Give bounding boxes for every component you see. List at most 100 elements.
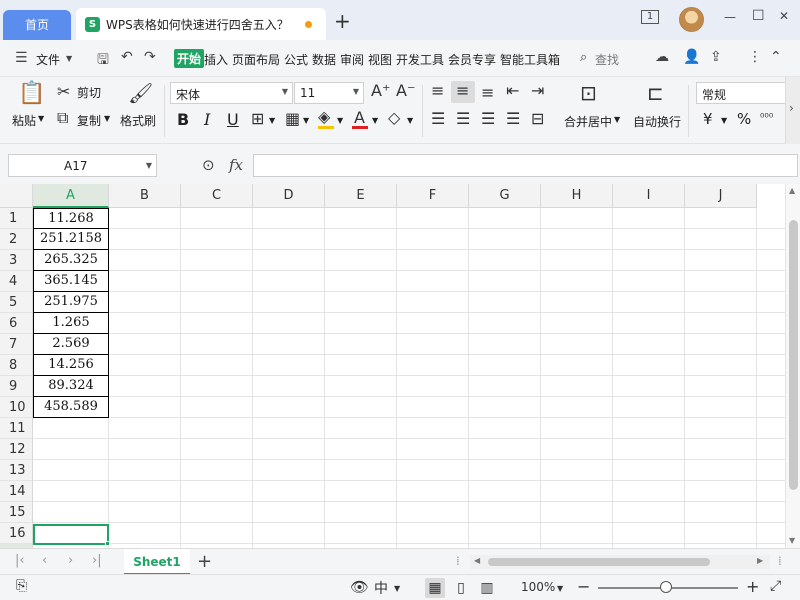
cell-style-icon[interactable]: ▦	[285, 111, 300, 127]
cell-a6[interactable]: 1.265	[33, 312, 109, 334]
column-header-c[interactable]: C	[181, 184, 253, 208]
row-header-13[interactable]: 13	[0, 460, 33, 481]
column-header-b[interactable]: B	[109, 184, 181, 208]
ribbon-scroll-right[interactable]: ›	[785, 77, 800, 144]
cell-a7[interactable]: 2.569	[33, 333, 109, 355]
chevron-down-icon[interactable]: ▼	[38, 114, 44, 123]
cloud-sync-icon[interactable]: ☁	[655, 49, 669, 65]
row-header-8[interactable]: 8	[0, 355, 33, 376]
fill-color-icon[interactable]: ◈	[318, 109, 330, 125]
macro-record-icon[interactable]: ⎘	[16, 578, 27, 594]
next-sheet-icon[interactable]: ›	[68, 553, 73, 568]
row-header-1[interactable]: 1	[0, 208, 33, 229]
select-all-corner[interactable]	[0, 184, 33, 208]
column-header-i[interactable]: I	[613, 184, 685, 208]
new-tab-button[interactable]: +	[334, 11, 351, 31]
menu-membership[interactable]: 会员专享	[448, 51, 496, 68]
wrap-text-icon[interactable]: ⊏	[647, 83, 664, 103]
chevron-down-icon[interactable]: ▼	[104, 114, 110, 123]
input-method-icon[interactable]: 中	[374, 578, 388, 598]
formula-input[interactable]	[253, 154, 798, 177]
scroll-left-icon[interactable]: ◀	[474, 556, 480, 565]
row-header-10[interactable]: 10	[0, 397, 33, 418]
distributed-align-icon[interactable]: ⊟	[531, 111, 544, 127]
scroll-up-icon[interactable]: ▲	[789, 186, 795, 195]
collaborate-icon[interactable]: 👤	[683, 49, 700, 65]
active-cell[interactable]	[33, 524, 109, 545]
zoom-out-button[interactable]: −	[577, 577, 590, 596]
clear-format-icon[interactable]: ◇	[388, 110, 400, 126]
horizontal-scroll-thumb[interactable]	[488, 558, 710, 566]
cell-a3[interactable]: 265.325	[33, 249, 109, 271]
menu-home[interactable]: 开始	[174, 49, 205, 68]
page-layout-view-button[interactable]: ▯	[451, 578, 471, 598]
paste-icon[interactable]: 📋	[18, 83, 45, 105]
increase-indent-icon[interactable]: ⇥	[531, 83, 544, 99]
redo-icon[interactable]: ↷	[144, 49, 156, 65]
chevron-down-icon[interactable]: ▼	[269, 116, 275, 125]
menu-data[interactable]: 数据	[312, 51, 336, 68]
cell-a5[interactable]: 251.975	[33, 291, 109, 313]
normal-view-button[interactable]: ▦	[425, 578, 445, 598]
scissors-icon[interactable]: ✂	[57, 84, 70, 100]
vertical-scrollbar[interactable]: ▲ ▼	[785, 184, 800, 548]
chevron-down-icon[interactable]: ▼	[614, 115, 620, 124]
document-tab[interactable]: S WPS表格如何快速进行四舍五入？	[76, 8, 326, 40]
align-left-icon[interactable]: ☰	[431, 111, 445, 127]
menu-page-layout[interactable]: 页面布局	[232, 51, 280, 68]
align-middle-icon[interactable]: ≡	[456, 83, 469, 99]
menu-review[interactable]: 审阅	[340, 51, 364, 68]
font-color-icon[interactable]: A	[354, 110, 365, 126]
add-sheet-button[interactable]: +	[197, 551, 212, 572]
merge-center-icon[interactable]: ⊡	[580, 83, 597, 103]
align-bottom-icon[interactable]: ≡	[481, 85, 494, 101]
justify-icon[interactable]: ☰	[506, 111, 520, 127]
row-header-3[interactable]: 3	[0, 250, 33, 271]
search-label[interactable]: 查找	[595, 51, 619, 68]
share-icon[interactable]: ⇪	[710, 49, 722, 65]
cell-a2[interactable]: 251.2158	[33, 228, 109, 250]
search-icon[interactable]: ⌕	[580, 50, 587, 65]
column-header-a[interactable]: A	[33, 184, 109, 208]
column-header-f[interactable]: F	[397, 184, 469, 208]
row-header-6[interactable]: 6	[0, 313, 33, 334]
zoom-level[interactable]: 100%	[521, 580, 555, 594]
eye-protection-icon[interactable]: 👁	[350, 578, 369, 596]
number-format-select[interactable]: 常规	[696, 82, 786, 104]
menu-insert[interactable]: 插入	[204, 51, 228, 68]
column-header-h[interactable]: H	[541, 184, 613, 208]
cell-a9[interactable]: 89.324	[33, 375, 109, 397]
column-header-j[interactable]: J	[685, 184, 757, 208]
row-header-16[interactable]: 16	[0, 523, 33, 544]
row-header-4[interactable]: 4	[0, 271, 33, 292]
column-header-g[interactable]: G	[469, 184, 541, 208]
zoom-lookup-icon[interactable]: ⊙	[202, 156, 215, 174]
row-header-12[interactable]: 12	[0, 439, 33, 460]
first-sheet-icon[interactable]: |‹	[15, 553, 25, 568]
cut-button[interactable]: 剪切	[77, 84, 101, 101]
scroll-right-icon[interactable]: ▶	[757, 556, 763, 565]
sheet-tab-sheet1[interactable]: Sheet1	[124, 549, 190, 575]
avatar[interactable]	[679, 7, 704, 32]
currency-button[interactable]: ¥	[703, 110, 713, 128]
borders-icon[interactable]: ⊞	[251, 111, 264, 127]
row-header-11[interactable]: 11	[0, 418, 33, 439]
row-header-5[interactable]: 5	[0, 292, 33, 313]
row-header-9[interactable]: 9	[0, 376, 33, 397]
font-name-select[interactable]: 宋体 ▼	[170, 82, 293, 104]
save-icon[interactable]: 🖫	[97, 49, 109, 73]
page-break-view-button[interactable]: ▥	[477, 578, 497, 598]
vertical-scroll-thumb[interactable]	[789, 220, 798, 490]
decrease-indent-icon[interactable]: ⇤	[506, 83, 519, 99]
cell-a10[interactable]: 458.589	[33, 396, 109, 418]
column-header-d[interactable]: D	[253, 184, 325, 208]
undo-icon[interactable]: ↶	[121, 49, 133, 65]
zoom-slider-knob[interactable]	[660, 581, 672, 593]
scroll-down-icon[interactable]: ▼	[789, 536, 795, 545]
chevron-down-icon[interactable]: ▼	[372, 116, 378, 125]
italic-button[interactable]: I	[204, 110, 210, 129]
menu-formulas[interactable]: 公式	[284, 51, 308, 68]
align-right-icon[interactable]: ☰	[481, 111, 495, 127]
horizontal-scrollbar[interactable]: ◀ ▶	[470, 555, 770, 569]
row-header-7[interactable]: 7	[0, 334, 33, 355]
